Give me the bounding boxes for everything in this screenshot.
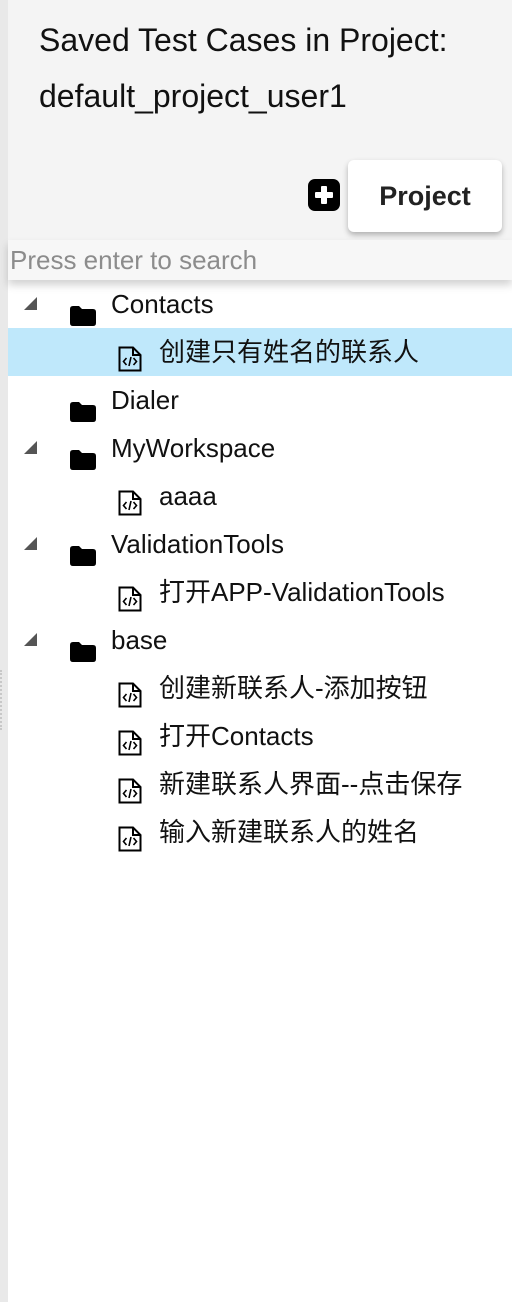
- folder-icon: [70, 293, 96, 326]
- test-case-row[interactable]: 打开APP-ValidationTools: [8, 568, 512, 616]
- test-case-row[interactable]: 创建新联系人-添加按钮: [8, 664, 512, 712]
- folder-label: MyWorkspace: [111, 433, 276, 463]
- title-line-1: Saved Test Cases in Project:: [39, 22, 448, 58]
- code-file-icon: [118, 483, 142, 516]
- folder-row[interactable]: ValidationTools: [8, 520, 512, 568]
- test-case-row[interactable]: 创建只有姓名的联系人: [8, 328, 512, 376]
- code-file-icon: [118, 675, 142, 708]
- test-case-label: 创建新联系人-添加按钮: [159, 673, 428, 703]
- search-bar: [8, 240, 512, 280]
- test-case-label: 打开Contacts: [159, 721, 314, 751]
- test-case-label: 输入新建联系人的姓名: [159, 817, 420, 847]
- project-button[interactable]: Project: [348, 160, 502, 232]
- test-case-row[interactable]: 打开Contacts: [8, 712, 512, 760]
- code-file-icon: [118, 339, 142, 372]
- expand-triangle-icon[interactable]: [24, 537, 37, 550]
- test-case-row[interactable]: 输入新建联系人的姓名: [8, 808, 512, 856]
- folder-icon: [70, 533, 96, 566]
- folder-row[interactable]: Contacts: [8, 280, 512, 328]
- folder-row[interactable]: base: [8, 616, 512, 664]
- code-file-icon: [118, 723, 142, 756]
- code-file-icon: [118, 579, 142, 612]
- test-case-label: 打开APP-ValidationTools: [159, 577, 445, 607]
- resize-handle[interactable]: [0, 670, 6, 730]
- expand-triangle-icon[interactable]: [24, 633, 37, 646]
- expand-triangle-icon[interactable]: [24, 297, 37, 310]
- test-case-label: 新建联系人界面--点击保存: [159, 769, 463, 799]
- folder-row[interactable]: MyWorkspace: [8, 424, 512, 472]
- panel-header: Saved Test Cases in Project: default_pro…: [8, 0, 512, 240]
- test-case-row[interactable]: aaaa: [8, 472, 512, 520]
- folder-label: Contacts: [111, 289, 214, 319]
- plus-square-icon[interactable]: [308, 179, 340, 211]
- expand-triangle-icon[interactable]: [24, 441, 37, 454]
- folder-label: ValidationTools: [111, 529, 284, 559]
- folder-icon: [70, 389, 96, 422]
- folder-label: base: [111, 625, 168, 655]
- test-case-label: 创建只有姓名的联系人: [159, 337, 420, 367]
- test-case-label: aaaa: [159, 481, 217, 511]
- title-line-2: default_project_user1: [39, 78, 347, 114]
- saved-test-cases-panel: Saved Test Cases in Project: default_pro…: [8, 0, 512, 1302]
- folder-label: Dialer: [111, 385, 179, 415]
- search-input[interactable]: [8, 240, 512, 280]
- folder-icon: [70, 629, 96, 662]
- code-file-icon: [118, 819, 142, 852]
- left-gutter: [0, 0, 8, 1302]
- folder-row[interactable]: Dialer: [8, 376, 512, 424]
- test-case-tree: Contacts 创建只有姓名的联系人 Dialer MyWorkspace aaaa V…: [8, 280, 512, 856]
- folder-icon: [70, 437, 96, 470]
- test-case-row[interactable]: 新建联系人界面--点击保存: [8, 760, 512, 808]
- code-file-icon: [118, 771, 142, 804]
- panel-title: Saved Test Cases in Project: default_pro…: [39, 12, 509, 124]
